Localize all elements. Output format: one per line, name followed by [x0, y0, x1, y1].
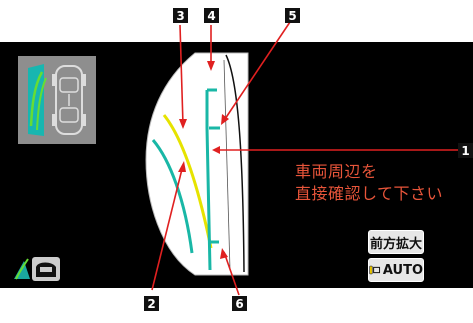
front-zoom-label: 前方拡大 [369, 236, 422, 252]
callout-2: 2 [144, 296, 159, 311]
warning-line-1: 車両周辺を [295, 162, 378, 181]
warning-message: 車両周辺を 直接確認して下さい [295, 161, 443, 205]
auto-label: AUTO [382, 262, 423, 278]
callout-3: 3 [173, 8, 188, 23]
front-zoom-button[interactable]: 前方拡大 [368, 230, 424, 254]
callout-5: 5 [285, 8, 300, 23]
camera-view-mode-button[interactable] [12, 253, 62, 283]
warning-line-2: 直接確認して下さい [295, 184, 444, 203]
camera-switch-icon [369, 265, 381, 275]
auto-camera-button[interactable]: AUTO [368, 258, 424, 282]
callout-1: 1 [458, 143, 473, 158]
callout-4: 4 [204, 8, 219, 23]
callout-6: 6 [232, 296, 247, 311]
camera-view-mode-icon [14, 257, 60, 281]
camera-view-area [145, 52, 249, 276]
